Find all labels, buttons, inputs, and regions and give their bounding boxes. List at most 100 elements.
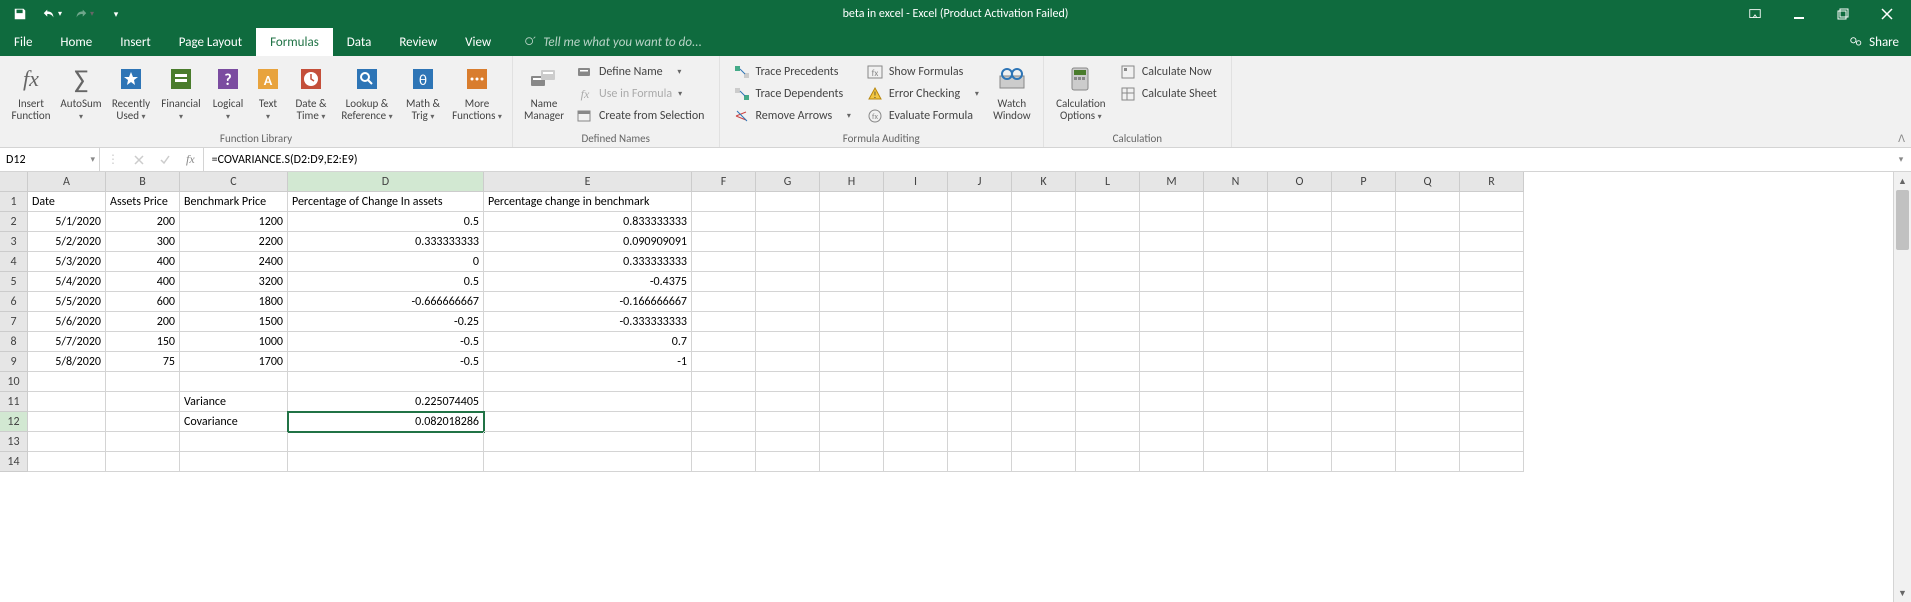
remove-arrows-button[interactable]: Remove Arrows ▾ [730,106,855,126]
cell-M10[interactable] [1140,372,1204,392]
cell-P14[interactable] [1332,452,1396,472]
cell-A5[interactable]: 5/4/2020 [28,272,106,292]
cell-G8[interactable] [756,332,820,352]
cell-B7[interactable]: 200 [106,312,180,332]
cell-K12[interactable] [1012,412,1076,432]
cell-O4[interactable] [1268,252,1332,272]
cell-R5[interactable] [1460,272,1524,292]
cell-I8[interactable] [884,332,948,352]
cell-P4[interactable] [1332,252,1396,272]
cell-R4[interactable] [1460,252,1524,272]
cell-J4[interactable] [948,252,1012,272]
cell-N1[interactable] [1204,192,1268,212]
cell-K9[interactable] [1012,352,1076,372]
row-header-13[interactable]: 13 [0,432,28,452]
trace-precedents-button[interactable]: Trace Precedents [730,62,855,82]
cell-H13[interactable] [820,432,884,452]
cell-P5[interactable] [1332,272,1396,292]
minimize-icon[interactable] [1779,2,1819,26]
cell-G13[interactable] [756,432,820,452]
cell-E11[interactable] [484,392,692,412]
row-header-3[interactable]: 3 [0,232,28,252]
cell-M6[interactable] [1140,292,1204,312]
cell-M7[interactable] [1140,312,1204,332]
cell-I7[interactable] [884,312,948,332]
column-header-J[interactable]: J [948,172,1012,192]
cell-Q1[interactable] [1396,192,1460,212]
cell-I1[interactable] [884,192,948,212]
math-trig-button[interactable]: θ Math & Trig ▾ [398,60,448,122]
row-header-4[interactable]: 4 [0,252,28,272]
cell-D13[interactable] [288,432,484,452]
cell-L2[interactable] [1076,212,1140,232]
row-header-8[interactable]: 8 [0,332,28,352]
column-header-K[interactable]: K [1012,172,1076,192]
cell-J6[interactable] [948,292,1012,312]
cell-A11[interactable] [28,392,106,412]
cell-K4[interactable] [1012,252,1076,272]
cell-N12[interactable] [1204,412,1268,432]
cell-N9[interactable] [1204,352,1268,372]
cell-K5[interactable] [1012,272,1076,292]
row-header-6[interactable]: 6 [0,292,28,312]
cell-F4[interactable] [692,252,756,272]
cell-L7[interactable] [1076,312,1140,332]
column-header-B[interactable]: B [106,172,180,192]
watch-window-button[interactable]: Watch Window [987,60,1037,122]
column-header-O[interactable]: O [1268,172,1332,192]
recently-used-button[interactable]: Recently Used ▾ [106,60,156,122]
cell-B3[interactable]: 300 [106,232,180,252]
cell-L13[interactable] [1076,432,1140,452]
cell-N4[interactable] [1204,252,1268,272]
cell-O3[interactable] [1268,232,1332,252]
enter-formula-icon[interactable] [152,148,178,171]
cell-G10[interactable] [756,372,820,392]
cell-J2[interactable] [948,212,1012,232]
cell-M2[interactable] [1140,212,1204,232]
cell-K1[interactable] [1012,192,1076,212]
row-header-5[interactable]: 5 [0,272,28,292]
cell-F1[interactable] [692,192,756,212]
insert-function-button[interactable]: fx Insert Function [6,60,56,122]
cell-N11[interactable] [1204,392,1268,412]
cell-B8[interactable]: 150 [106,332,180,352]
cell-E1[interactable]: Percentage change in benchmark [484,192,692,212]
cell-Q5[interactable] [1396,272,1460,292]
cell-E9[interactable]: -1 [484,352,692,372]
cell-K10[interactable] [1012,372,1076,392]
cell-R11[interactable] [1460,392,1524,412]
cell-R6[interactable] [1460,292,1524,312]
cell-A7[interactable]: 5/6/2020 [28,312,106,332]
cell-D14[interactable] [288,452,484,472]
row-header-2[interactable]: 2 [0,212,28,232]
cell-H11[interactable] [820,392,884,412]
cell-I4[interactable] [884,252,948,272]
cell-K3[interactable] [1012,232,1076,252]
cell-O7[interactable] [1268,312,1332,332]
cell-A14[interactable] [28,452,106,472]
cell-L12[interactable] [1076,412,1140,432]
cell-E6[interactable]: -0.166666667 [484,292,692,312]
cell-P11[interactable] [1332,392,1396,412]
cell-H7[interactable] [820,312,884,332]
column-header-F[interactable]: F [692,172,756,192]
column-header-R[interactable]: R [1460,172,1524,192]
cell-G1[interactable] [756,192,820,212]
cell-R10[interactable] [1460,372,1524,392]
cell-A4[interactable]: 5/3/2020 [28,252,106,272]
cell-D5[interactable]: 0.5 [288,272,484,292]
vertical-scrollbar[interactable]: ▲ ▼ [1893,172,1911,602]
calculate-now-button[interactable]: Calculate Now [1116,62,1221,82]
cell-B9[interactable]: 75 [106,352,180,372]
cell-J9[interactable] [948,352,1012,372]
cell-Q11[interactable] [1396,392,1460,412]
cell-I5[interactable] [884,272,948,292]
cell-D12[interactable]: 0.082018286 [288,412,484,432]
cell-E2[interactable]: 0.833333333 [484,212,692,232]
cell-I12[interactable] [884,412,948,432]
cell-D11[interactable]: 0.225074405 [288,392,484,412]
cell-P7[interactable] [1332,312,1396,332]
tab-file[interactable]: File [0,28,46,56]
ribbon-display-icon[interactable] [1735,2,1775,26]
evaluate-formula-button[interactable]: fxEvaluate Formula [863,106,983,126]
